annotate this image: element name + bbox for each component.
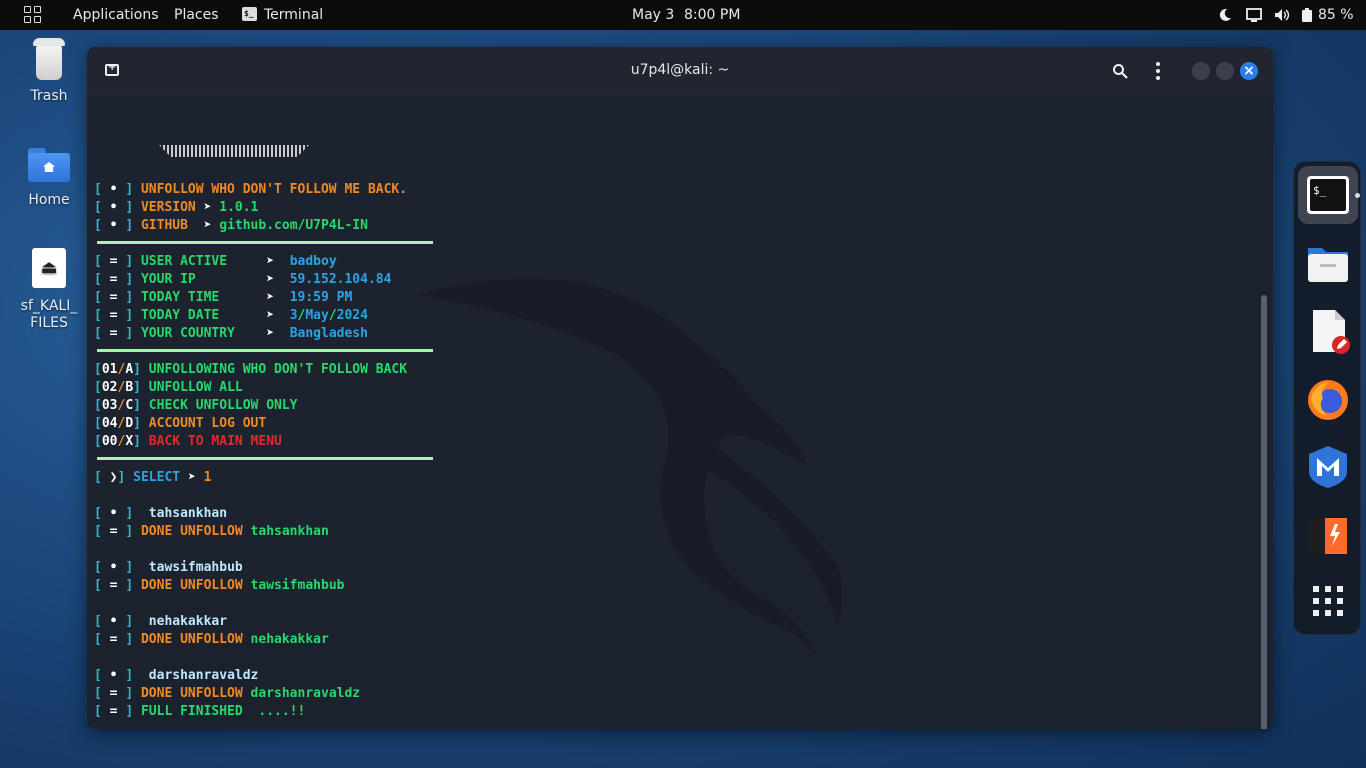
select-line: [ ❯] SELECT ➤ 1	[94, 470, 212, 485]
unfollow-result: [ = ] DONE UNFOLLOW darshanravaldz	[94, 686, 361, 701]
kali-dragon-watermark	[417, 278, 842, 655]
firefox-icon[interactable]	[1305, 376, 1351, 422]
menu-option: [02/B] UNFOLLOW ALL	[94, 380, 243, 395]
volume-icon	[1275, 9, 1290, 21]
window-title: u7p4l@kali: ~	[630, 62, 730, 78]
trash-label: Trash	[30, 88, 68, 104]
svg-text:$_: $_	[1313, 184, 1327, 197]
shared-folder-label-1: sf_KALI_	[20, 298, 78, 314]
scrollbar[interactable]	[1261, 295, 1267, 729]
account-line: [ • ] nehakakkar	[94, 614, 228, 629]
terminal-app-menu[interactable]: Terminal	[264, 7, 323, 23]
trash-icon	[33, 38, 65, 80]
menu-option: [03/C] CHECK UNFOLLOW ONLY	[94, 398, 298, 413]
battery-percent: 85 %	[1318, 7, 1354, 23]
unfollow-result: [ = ] DONE UNFOLLOW nehakakkar	[94, 632, 329, 647]
tool-title: UNFOLLOW WHO DON'T FOLLOW ME BACK.	[140, 182, 408, 197]
system-tray[interactable]: 85 %	[1218, 7, 1354, 23]
battery-icon	[1302, 8, 1312, 22]
places-menu[interactable]: Places	[174, 7, 219, 23]
clock-date[interactable]: May 3	[632, 7, 674, 23]
home-label: Home	[28, 192, 70, 208]
shared-folder-label-2: FILES	[30, 315, 68, 331]
text-editor-icon[interactable]	[1305, 308, 1351, 354]
top-panel: Applications Places $_ Terminal May 3 8:…	[0, 0, 1366, 30]
desktop-home[interactable]: Home	[9, 148, 89, 208]
terminal-line: [ = ] USER ACTIVE ➤ badboy	[94, 254, 337, 269]
unfollow-result: [ = ] DONE UNFOLLOW tahsankhan	[94, 524, 329, 539]
metasploit-icon[interactable]	[1305, 444, 1351, 490]
close-button[interactable]: ×	[1240, 62, 1258, 80]
home-folder-icon	[28, 148, 70, 182]
account-line: [ • ] darshanravaldz	[94, 668, 259, 683]
app-grid-icon[interactable]	[1305, 578, 1351, 624]
menu-option: [00/X] BACK TO MAIN MENU	[94, 434, 282, 449]
separator	[97, 349, 433, 352]
eject-drive-icon: ⏏	[32, 248, 66, 288]
separator	[97, 241, 433, 244]
search-icon[interactable]	[1112, 63, 1128, 79]
terminal-line: [ = ] TODAY TIME ➤ 19:59 PM	[94, 290, 353, 305]
user-active-value: badboy	[289, 254, 337, 269]
unfollow-result: [ = ] DONE UNFOLLOW tawsifmahbub	[94, 578, 345, 593]
time-value: 19:59 PM	[289, 290, 353, 305]
clock-time[interactable]: 8:00 PM	[684, 7, 740, 23]
country-value: Bangladesh	[289, 326, 368, 341]
window-titlebar[interactable]: u7p4l@kali: ~ ×	[87, 47, 1273, 95]
terminal-icon[interactable]: $_	[1305, 172, 1351, 218]
burpsuite-icon[interactable]	[1305, 512, 1351, 558]
version-value: 1.0.1	[219, 200, 259, 215]
finished-line: [ = ] FULL FINISHED ....!!	[94, 704, 306, 719]
dock: $_	[1293, 161, 1361, 635]
terminal-line: [ • ] GITHUB ➤ github.com/U7P4L-IN	[94, 218, 368, 233]
applications-menu[interactable]: Applications	[73, 7, 159, 23]
select-value: 1	[203, 470, 212, 485]
activities-grid-icon[interactable]	[24, 6, 42, 24]
ip-value: 59.152.104.84	[289, 272, 392, 287]
terminal-content[interactable]: [ • ] UNFOLLOW WHO DON'T FOLLOW ME BACK.…	[87, 95, 1273, 729]
terminal-line: [ = ] YOUR COUNTRY ➤ Bangladesh	[94, 326, 368, 341]
night-mode-icon	[1219, 8, 1231, 21]
menu-option: [01/A] UNFOLLOWING WHO DON'T FOLLOW BACK	[94, 362, 408, 377]
account-line: [ • ] tawsifmahbub	[94, 560, 243, 575]
desktop-shared-folder[interactable]: ⏏ sf_KALI_ FILES	[9, 248, 89, 332]
maximize-button[interactable]	[1216, 62, 1234, 80]
ascii-banner	[159, 145, 309, 157]
menu-option: [04/D] ACCOUNT LOG OUT	[94, 416, 267, 431]
minimize-button[interactable]	[1192, 62, 1210, 80]
display-icon	[1246, 8, 1262, 22]
terminal-window[interactable]: u7p4l@kali: ~ × [ • ] UNFOLLOW WHO DON'T…	[87, 47, 1273, 729]
terminal-app-icon: $_	[242, 7, 257, 21]
terminal-line: [ = ] YOUR IP ➤ 59.152.104.84	[94, 272, 392, 287]
terminal-line: [ • ] VERSION ➤ 1.0.1	[94, 200, 259, 215]
running-indicator	[1355, 193, 1360, 198]
terminal-line: [ • ] UNFOLLOW WHO DON'T FOLLOW ME BACK.	[94, 182, 408, 197]
separator	[97, 457, 433, 460]
github-value: github.com/U7P4L-IN	[219, 218, 368, 233]
menu-kebab-icon[interactable]	[1156, 62, 1160, 80]
desktop-trash[interactable]: Trash	[9, 38, 89, 104]
files-icon[interactable]	[1305, 240, 1351, 286]
terminal-line: [ = ] TODAY DATE ➤ 3/May/2024	[94, 308, 368, 323]
account-line: [ • ] tahsankhan	[94, 506, 228, 521]
